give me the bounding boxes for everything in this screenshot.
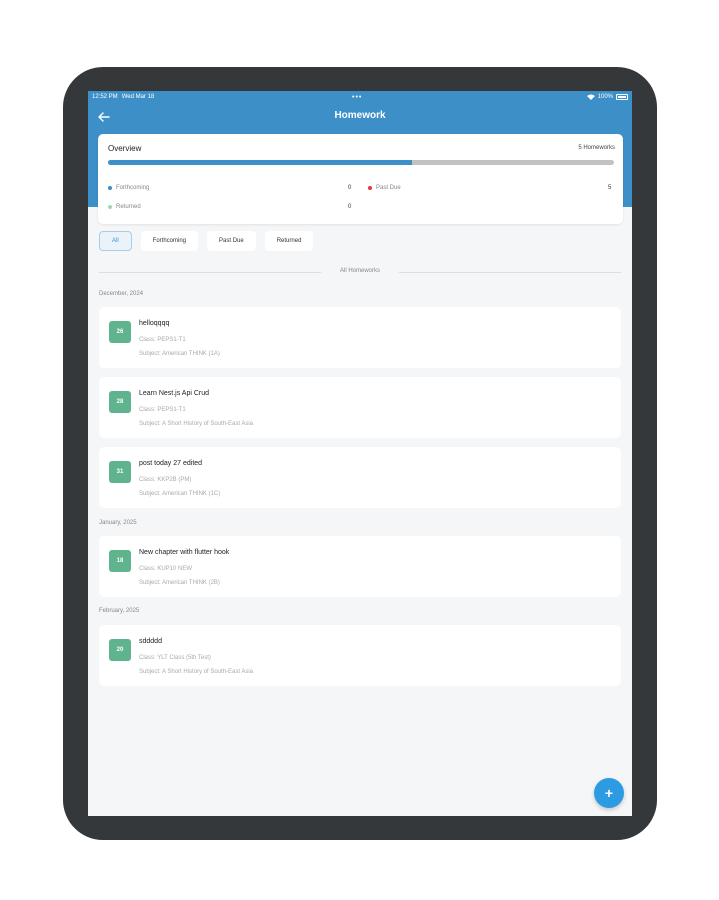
- homework-class: Class: KKP2B (PM): [139, 477, 192, 483]
- homework-title: post today 27 edited: [139, 460, 203, 467]
- homework-count: 5 Homeworks: [578, 145, 615, 151]
- app-screen: 12:52 PM Wed Mar 18 ••• 100% Homework Ov…: [88, 91, 632, 816]
- status-time: 12:52 PM: [92, 94, 118, 100]
- filter-forthcoming[interactable]: Forthcoming: [140, 231, 199, 251]
- section-divider: All Homeworks: [99, 267, 621, 277]
- day-badge: 18: [109, 550, 131, 572]
- page-title: Homework: [334, 110, 386, 121]
- day-badge: 31: [109, 461, 131, 483]
- homework-card[interactable]: 28 Learn Nest.js Api Crud Class: PEPS1-T…: [99, 377, 621, 438]
- homework-subject: Subject: American THINK (1C): [139, 491, 221, 497]
- status-dots: •••: [352, 93, 363, 101]
- day-badge: 20: [109, 639, 131, 661]
- day-badge: 28: [109, 391, 131, 413]
- stat-value-returned: 0: [348, 204, 352, 210]
- progress-bar: [108, 160, 614, 165]
- past-due-dot-icon: [368, 186, 372, 190]
- month-label: January, 2025: [99, 520, 137, 526]
- progress-bar-fill: [108, 160, 412, 165]
- plus-icon: +: [604, 785, 614, 801]
- returned-dot-icon: [108, 205, 112, 209]
- stat-past-due: Past Due: [368, 185, 401, 191]
- homework-card[interactable]: 26 helloqqqq Class: PEPS1-T1 Subject: Am…: [99, 307, 621, 368]
- battery-icon: [616, 94, 628, 100]
- homework-subject: Subject: A Short History of South-East A…: [139, 669, 254, 675]
- homework-title: sddddd: [139, 638, 162, 645]
- month-label: February, 2025: [99, 608, 140, 614]
- homework-class: Class: PEPS1-T1: [139, 407, 186, 413]
- homework-card[interactable]: 18 New chapter with flutter hook Class: …: [99, 536, 621, 597]
- homework-card[interactable]: 31 post today 27 edited Class: KKP2B (PM…: [99, 447, 621, 508]
- add-homework-button[interactable]: +: [594, 778, 624, 808]
- stat-forthcoming: Forthcoming: [108, 185, 149, 191]
- stat-label: Forthcoming: [116, 185, 150, 191]
- filter-all[interactable]: All: [99, 231, 132, 251]
- stat-returned: Returned: [108, 204, 141, 210]
- homework-title: New chapter with flutter hook: [139, 549, 230, 556]
- status-bar: 12:52 PM Wed Mar 18 ••• 100%: [88, 91, 632, 103]
- homework-subject: Subject: American THINK (1A): [139, 351, 220, 357]
- overview-card: Overview 5 Homeworks Forthcoming 0 Past …: [98, 134, 623, 224]
- stat-label: Past Due: [376, 185, 401, 191]
- status-date: Wed Mar 18: [121, 94, 155, 100]
- homework-class: Class: YLT Class (5th Test): [139, 655, 211, 661]
- filter-returned[interactable]: Returned: [264, 231, 314, 251]
- battery-percent: 100%: [597, 94, 613, 100]
- homework-card[interactable]: 20 sddddd Class: YLT Class (5th Test) Su…: [99, 625, 621, 686]
- divider-line-right: [399, 272, 621, 273]
- homework-subject: Subject: American THINK (2B): [139, 580, 220, 586]
- stat-value-forthcoming: 0: [348, 185, 352, 191]
- homework-subject: Subject: A Short History of South-East A…: [139, 421, 254, 427]
- homework-class: Class: PEPS1-T1: [139, 337, 186, 343]
- month-label: December, 2024: [99, 291, 144, 297]
- wifi-icon: [586, 94, 595, 100]
- homework-class: Class: KUP10 NEW: [139, 566, 193, 572]
- day-badge: 26: [109, 321, 131, 343]
- homework-title: Learn Nest.js Api Crud: [139, 390, 210, 397]
- homework-title: helloqqqq: [139, 320, 170, 327]
- stat-value-past-due: 5: [608, 185, 612, 191]
- filter-past-due[interactable]: Past Due: [207, 231, 256, 251]
- forthcoming-dot-icon: [108, 186, 112, 190]
- stat-label: Returned: [116, 204, 141, 210]
- section-label: All Homeworks: [339, 268, 380, 274]
- nav-bar: Homework: [88, 105, 632, 129]
- filter-chips: All Forthcoming Past Due Returned: [99, 231, 314, 251]
- overview-title: Overview: [108, 144, 142, 153]
